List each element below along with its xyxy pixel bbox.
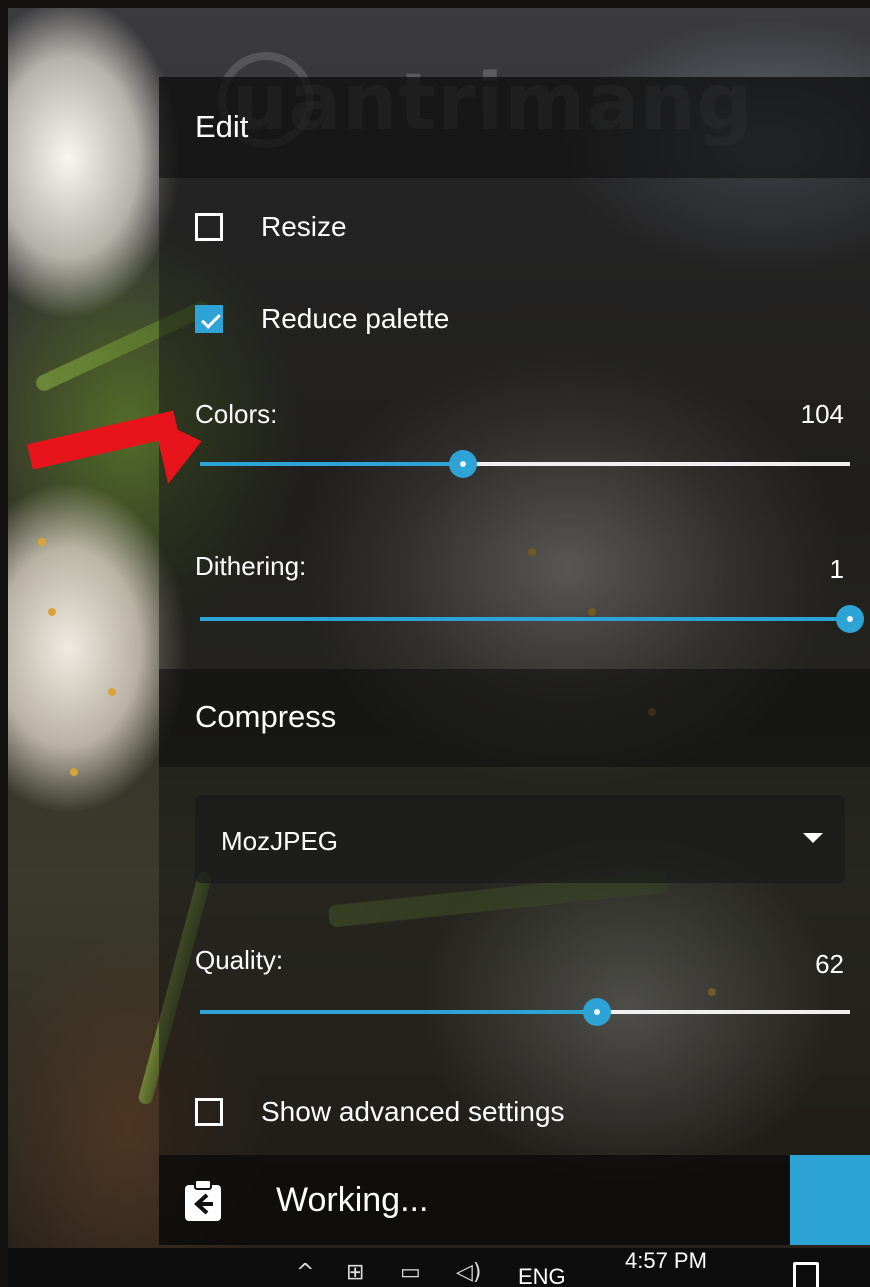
display-icon[interactable]: ▭ (400, 1260, 421, 1285)
download-button[interactable] (790, 1155, 870, 1245)
chevron-down-icon[interactable] (803, 833, 823, 843)
colors-slider-fill (200, 462, 464, 466)
dithering-slider-fill (200, 617, 850, 621)
reduce-palette-option[interactable]: Reduce palette (195, 299, 449, 339)
dithering-label: Dithering: (195, 551, 307, 581)
status-bar: Working... (159, 1155, 791, 1245)
stamen-dot (70, 768, 78, 776)
advanced-settings-checkbox[interactable] (195, 1098, 223, 1126)
quality-slider-fill (200, 1010, 597, 1014)
clipboard-back-icon (185, 1179, 221, 1221)
volume-icon[interactable]: ◁) (456, 1260, 482, 1285)
status-text: Working... (276, 1181, 429, 1219)
reduce-palette-label: Reduce palette (261, 303, 450, 334)
colors-slider-thumb[interactable] (449, 450, 478, 478)
colors-slider[interactable] (200, 450, 850, 478)
taskbar: ^ ⊞ ▭ ◁) ENG 4:57 PM (8, 1248, 870, 1287)
compress-section-title: Compress (195, 699, 337, 734)
settings-panel: Edit Resize Reduce palette Colors: 104 D… (159, 77, 870, 1245)
quality-label: Quality: (195, 945, 284, 975)
compression-method-select[interactable]: MozJPEG (195, 795, 845, 883)
stamen-dot (108, 688, 116, 696)
network-icon[interactable]: ⊞ (346, 1260, 364, 1285)
action-center-icon[interactable] (793, 1262, 819, 1287)
clock-time[interactable]: 4:57 PM (625, 1248, 707, 1274)
advanced-settings-option[interactable]: Show advanced settings (195, 1092, 565, 1132)
compress-section-header: Compress (159, 669, 870, 767)
compression-method-value: MozJPEG (221, 826, 339, 856)
stamen-dot (48, 608, 56, 616)
resize-option[interactable]: Resize (195, 207, 347, 247)
quality-slider[interactable] (200, 998, 850, 1026)
language-indicator[interactable]: ENG (518, 1264, 566, 1287)
dithering-slider[interactable] (200, 605, 864, 633)
colors-label: Colors: (195, 399, 278, 429)
dithering-value: 1 (829, 554, 844, 584)
chevron-up-icon[interactable]: ^ (296, 1260, 314, 1285)
edit-section-header: Edit (159, 77, 870, 178)
edit-section-title: Edit (195, 109, 249, 144)
dithering-slider-thumb[interactable] (836, 605, 864, 633)
quality-slider-thumb[interactable] (582, 998, 611, 1026)
resize-label: Resize (261, 211, 347, 242)
advanced-settings-label: Show advanced settings (261, 1096, 565, 1127)
reduce-palette-checkbox[interactable] (195, 305, 223, 333)
quality-value: 62 (815, 949, 844, 979)
resize-checkbox[interactable] (195, 213, 223, 241)
stamen-dot (38, 538, 46, 546)
colors-value: 104 (800, 399, 844, 429)
